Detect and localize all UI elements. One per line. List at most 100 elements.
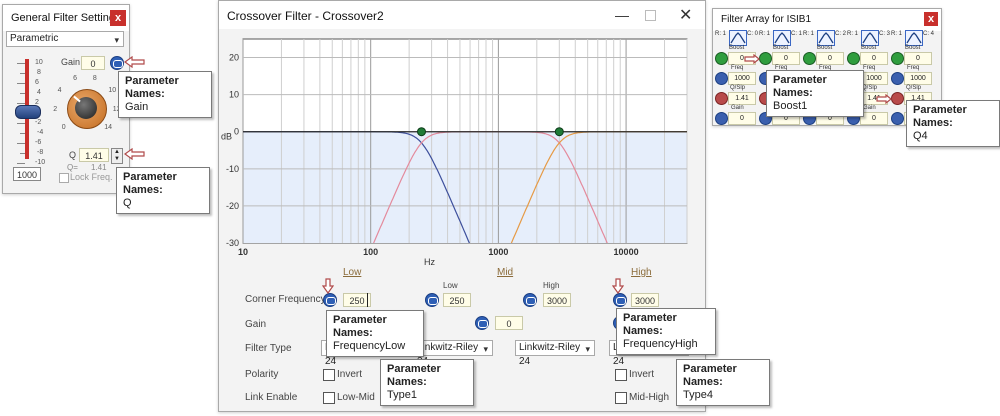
freq-field[interactable]: 1000 [860,72,888,85]
gain-button[interactable] [891,112,904,125]
q-field[interactable]: 1.41 [728,92,756,105]
channel-label: R: 1 [759,31,771,37]
info-icon[interactable] [323,293,337,307]
y-tick-label: -10 [226,164,239,174]
freq-button[interactable] [891,72,904,85]
chevron-down-icon: ▾ [585,344,590,354]
info-icon[interactable] [523,293,537,307]
filter-shape-icon[interactable] [817,30,835,46]
boost-button[interactable] [715,52,728,65]
minimize-button[interactable]: — [615,7,629,23]
close-button[interactable]: x [924,12,938,26]
freq-button[interactable] [715,72,728,85]
knob-tick-label: 0 [61,124,66,132]
boost-button[interactable] [847,52,860,65]
gain-slider-thumb[interactable] [15,105,41,119]
boost-field[interactable]: 0 [816,52,844,65]
q-eq-label: Q= [67,163,78,172]
slider-value-field[interactable]: 1000 [13,167,41,181]
crossover-titlebar[interactable]: Crossover Filter - Crossover2 — ✕ [219,1,705,29]
gain-field[interactable]: 0 [81,56,105,70]
filter-shape-icon-graphic [818,32,834,44]
row-label-freq: Freq [907,65,920,71]
invert-high-label: Invert [629,369,655,380]
crossover-handle-low [417,127,427,137]
info-icon[interactable] [613,293,627,307]
link-mid-high-checkbox[interactable] [615,392,627,404]
y-tick-label: 10 [229,90,239,100]
corner-frequency-label: Corner Frequency [245,294,326,305]
freq-field[interactable]: 1000 [728,72,756,85]
filter-shape-icon[interactable] [773,30,791,46]
filter-array-title: Filter Array for ISIB1 [721,14,812,25]
freq-field[interactable]: 1000 [904,72,932,85]
slider-tick-mark [17,83,25,84]
gain-field[interactable]: 0 [860,112,888,125]
boost-button[interactable] [891,52,904,65]
frequency-mid-low-field[interactable]: 250 [443,293,471,307]
info-icon[interactable] [475,316,489,330]
filter-array-titlebar[interactable]: Filter Array for ISIB1 x [713,9,941,31]
invert-high-checkbox[interactable] [615,369,627,381]
channel-label: C: 0 [747,31,759,37]
arrow-down-icon [322,278,334,294]
boost-field[interactable]: 0 [904,52,932,65]
frequency-response-plot[interactable]: 20100-10-20-3010 100 1000 10000dBHz [219,29,705,265]
filter-shape-icon[interactable] [905,30,923,46]
filter-shape-icon-graphic [906,32,922,44]
row-label-boost: Boost [905,45,921,51]
general-titlebar[interactable]: General Filter Settings x [3,5,129,31]
tooltip-frequency-low: Parameter Names: FrequencyLow [326,310,424,357]
filter-shape-icon-graphic [862,32,878,44]
row-label-qslp: Q/Slp [730,85,746,91]
filter-shape-icon[interactable] [729,30,747,46]
filter-shape-icon-graphic [774,32,790,44]
close-button[interactable]: ✕ [679,5,692,25]
slider-tick-mark [17,123,25,124]
link-low-mid-checkbox[interactable] [323,392,335,404]
boost-field[interactable]: 0 [860,52,888,65]
crossover-handle-high [554,127,564,137]
slider-tick-mark [17,163,25,164]
filter-type-mid-low-select[interactable]: Linkwitz-Riley 24▾ [413,340,493,367]
lock-freq-label: Lock Freq. [70,172,113,182]
section-high: High [631,267,652,278]
knob-tick-label: 14 [104,124,112,132]
frequency-high-field[interactable]: 3000 [631,293,659,307]
row-label-boost: Boost [773,45,789,51]
gain-button[interactable] [715,112,728,125]
close-button[interactable]: x [110,10,126,26]
q-eq-value: 1.41 [91,163,107,172]
lock-freq-checkbox[interactable] [59,173,69,183]
y-tick-label: -20 [226,201,239,211]
row-label-freq: Freq [731,65,744,71]
y-tick-label: 20 [229,53,239,63]
info-icon[interactable] [110,56,124,70]
q-field[interactable]: 1.41 [79,148,109,162]
general-filter-settings-window: General Filter Settings x Parametric ▾ 10… [2,4,130,194]
link-enable-label: Link Enable [245,392,298,403]
arrow-right-icon [744,54,760,64]
gain-field[interactable]: 0 [728,112,756,125]
slider-tick-label: 4 [37,89,41,96]
filter-shape-icon[interactable] [861,30,879,46]
frequency-mid-high-field[interactable]: 3000 [543,293,571,307]
row-label-freq: Freq [863,65,876,71]
boost-button[interactable] [759,52,772,65]
knob-tick-label: 6 [73,74,77,82]
gain-mid-field[interactable]: 0 [495,316,523,330]
boost-field[interactable]: 0 [772,52,800,65]
filter-type-mid-high-select[interactable]: Linkwitz-Riley 24 ▾ [515,340,595,367]
maximize-button[interactable] [645,10,656,21]
filter-type-select[interactable]: Parametric ▾ [6,31,124,47]
q-button[interactable] [891,92,904,105]
info-icon[interactable] [425,293,439,307]
tooltip-q4: Parameter Names: Q4 [906,100,1000,147]
boost-button[interactable] [803,52,816,65]
q-button[interactable] [715,92,728,105]
slider-tick-mark [17,143,25,144]
invert-low-checkbox[interactable] [323,369,335,381]
filter-type-label: Filter Type [245,343,292,354]
tooltip-frequency-high: Parameter Names: FrequencyHigh [616,308,716,355]
q-spin-button[interactable]: ▲ ▼ [111,148,123,164]
